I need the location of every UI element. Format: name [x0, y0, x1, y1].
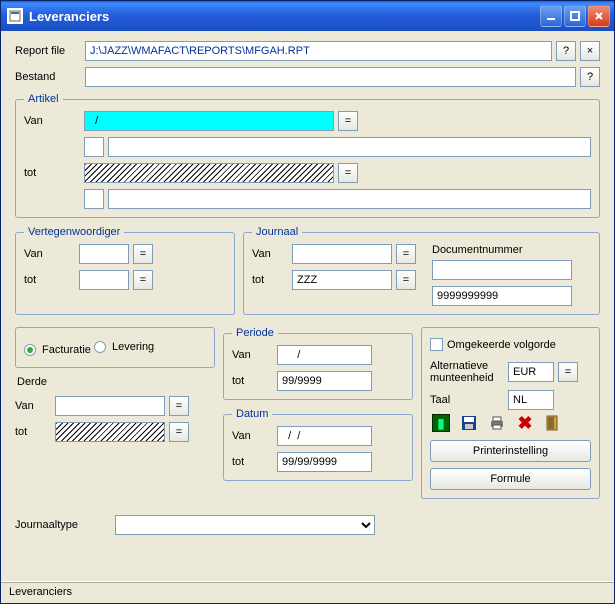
datum-tot-input[interactable]: [277, 452, 372, 472]
artikel-van-label: Van: [24, 115, 84, 127]
artikel-van-sub-desc[interactable]: [108, 137, 591, 157]
docnr-van-input[interactable]: [432, 260, 572, 280]
derde-van-browse-button[interactable]: =: [169, 396, 189, 416]
docnr-label: Documentnummer: [432, 244, 591, 256]
datum-van-input[interactable]: [277, 426, 372, 446]
lang-label: Taal: [430, 394, 508, 406]
alt-currency-label: Alternatieve munteenheid: [430, 360, 508, 384]
periode-tot-input[interactable]: [277, 371, 372, 391]
artikel-tot-sub-desc[interactable]: [108, 189, 591, 209]
status-text: Leveranciers: [9, 586, 72, 598]
journaal-van-label: Van: [252, 248, 292, 260]
report-file-clear-button[interactable]: ×: [580, 41, 600, 61]
periode-van-input[interactable]: [277, 345, 372, 365]
bestand-help-button[interactable]: ?: [580, 67, 600, 87]
facturatie-group: Facturatie Levering: [15, 327, 215, 368]
journaal-group: Journaal Van = tot =: [243, 226, 600, 315]
artikel-tot-label: tot: [24, 167, 84, 179]
vert-van-input[interactable]: [79, 244, 129, 264]
datum-group: Datum Van tot: [223, 408, 413, 481]
vertegenwoordiger-group: Vertegenwoordiger Van = tot =: [15, 226, 235, 315]
titlebar: Leveranciers: [1, 1, 614, 31]
radio-levering[interactable]: Levering: [94, 341, 154, 353]
maximize-button[interactable]: [564, 5, 586, 27]
datum-van-label: Van: [232, 430, 277, 442]
docnr-tot-input[interactable]: [432, 286, 572, 306]
lang-input[interactable]: [508, 390, 554, 410]
formula-button[interactable]: Formule: [430, 468, 591, 490]
window-title: Leveranciers: [29, 9, 540, 24]
periode-tot-label: tot: [232, 375, 277, 387]
checkbox-icon: [430, 338, 443, 351]
bestand-input[interactable]: [85, 67, 576, 87]
radio-facturatie[interactable]: Facturatie: [24, 344, 91, 356]
datum-tot-label: tot: [232, 456, 277, 468]
journaal-van-input[interactable]: [292, 244, 392, 264]
radio-levering-label: Levering: [112, 341, 154, 353]
artikel-van-browse-button[interactable]: =: [338, 111, 358, 131]
journaal-tot-label: tot: [252, 274, 292, 286]
periode-legend: Periode: [232, 327, 278, 339]
radio-facturatie-label: Facturatie: [42, 344, 91, 356]
journaal-legend: Journaal: [252, 226, 302, 238]
screen-icon[interactable]: ▮: [432, 414, 450, 432]
app-icon: [7, 8, 23, 24]
alt-currency-browse-button[interactable]: =: [558, 362, 578, 382]
vertegenwoordiger-legend: Vertegenwoordiger: [24, 226, 124, 238]
artikel-van-input[interactable]: [84, 111, 334, 131]
journaaltype-label: Journaaltype: [15, 519, 115, 531]
vert-tot-label: tot: [24, 274, 79, 286]
artikel-tot-browse-button[interactable]: =: [338, 163, 358, 183]
minimize-button[interactable]: [540, 5, 562, 27]
vert-van-browse-button[interactable]: =: [133, 244, 153, 264]
close-button[interactable]: [588, 5, 610, 27]
printer-settings-button[interactable]: Printerinstelling: [430, 440, 591, 462]
radio-dot-icon: [94, 341, 106, 353]
artikel-legend: Artikel: [24, 93, 63, 105]
journaal-tot-input[interactable]: [292, 270, 392, 290]
vert-tot-browse-button[interactable]: =: [133, 270, 153, 290]
report-file-label: Report file: [15, 45, 85, 57]
journaal-tot-browse-button[interactable]: =: [396, 270, 416, 290]
app-window: Leveranciers Report file ? × Bestand ? A…: [0, 0, 615, 604]
journaaltype-select[interactable]: [115, 515, 375, 535]
reverse-order-checkbox[interactable]: Omgekeerde volgorde: [430, 338, 556, 351]
radio-dot-icon: [24, 344, 36, 356]
vert-tot-input[interactable]: [79, 270, 129, 290]
artikel-tot-sub-code[interactable]: [84, 189, 104, 209]
derde-tot-input[interactable]: [55, 422, 165, 442]
datum-legend: Datum: [232, 408, 272, 420]
journaal-van-browse-button[interactable]: =: [396, 244, 416, 264]
artikel-tot-input[interactable]: [84, 163, 334, 183]
print-icon[interactable]: [488, 414, 506, 432]
status-bar: Leveranciers: [1, 581, 614, 603]
reverse-order-label: Omgekeerde volgorde: [447, 339, 556, 351]
vert-van-label: Van: [24, 248, 79, 260]
artikel-van-sub-code[interactable]: [84, 137, 104, 157]
client-area: Report file ? × Bestand ? Artikel Van = …: [1, 31, 614, 581]
artikel-group: Artikel Van = tot =: [15, 93, 600, 218]
derde-label: Derde: [17, 376, 215, 388]
derde-tot-label: tot: [15, 426, 55, 438]
periode-group: Periode Van tot: [223, 327, 413, 400]
save-icon[interactable]: [460, 414, 478, 432]
report-file-help-button[interactable]: ?: [556, 41, 576, 61]
delete-icon[interactable]: ✖: [516, 414, 534, 432]
options-group: Omgekeerde volgorde Alternatieve munteen…: [421, 327, 600, 499]
alt-currency-input[interactable]: [508, 362, 554, 382]
derde-tot-browse-button[interactable]: =: [169, 422, 189, 442]
bestand-label: Bestand: [15, 71, 85, 83]
derde-van-input[interactable]: [55, 396, 165, 416]
derde-van-label: Van: [15, 400, 55, 412]
periode-van-label: Van: [232, 349, 277, 361]
exit-icon[interactable]: [544, 414, 562, 432]
report-file-input[interactable]: [85, 41, 552, 61]
